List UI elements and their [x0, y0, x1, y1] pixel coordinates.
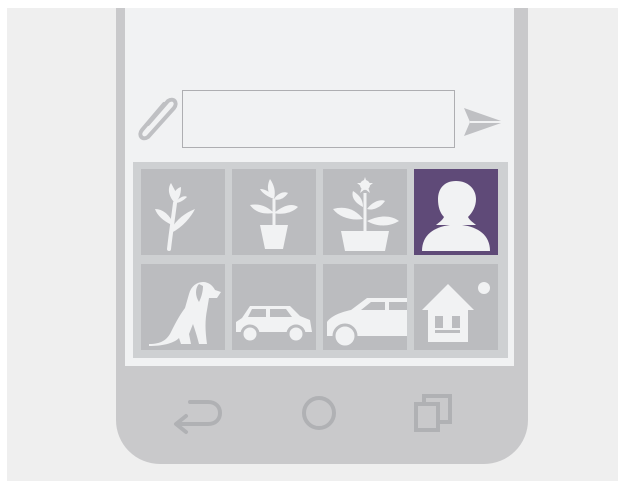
- message-input[interactable]: [182, 90, 455, 148]
- back-icon[interactable]: [170, 390, 226, 438]
- recent-apps-icon[interactable]: [410, 390, 456, 436]
- tile-flower[interactable]: [141, 169, 225, 255]
- small-car-icon: [236, 306, 312, 344]
- tile-dog[interactable]: [141, 264, 225, 350]
- tile-person[interactable]: [414, 169, 498, 255]
- paperclip-icon[interactable]: [130, 94, 184, 144]
- tile-house[interactable]: [414, 264, 498, 350]
- tile-potted-plant[interactable]: [232, 169, 316, 255]
- potted-plant-icon: [250, 179, 298, 249]
- tile-small-car[interactable]: [232, 264, 316, 350]
- house-icon: [422, 282, 490, 342]
- planter-icon: [333, 177, 399, 251]
- person-icon: [422, 181, 490, 251]
- symbol-grid: [133, 162, 508, 358]
- flower-icon: [155, 183, 195, 251]
- dog-icon: [149, 282, 221, 346]
- tile-car[interactable]: [323, 264, 407, 350]
- car-icon: [327, 298, 407, 349]
- tile-planter[interactable]: [323, 169, 407, 255]
- home-icon[interactable]: [297, 391, 341, 435]
- send-icon[interactable]: [460, 104, 506, 140]
